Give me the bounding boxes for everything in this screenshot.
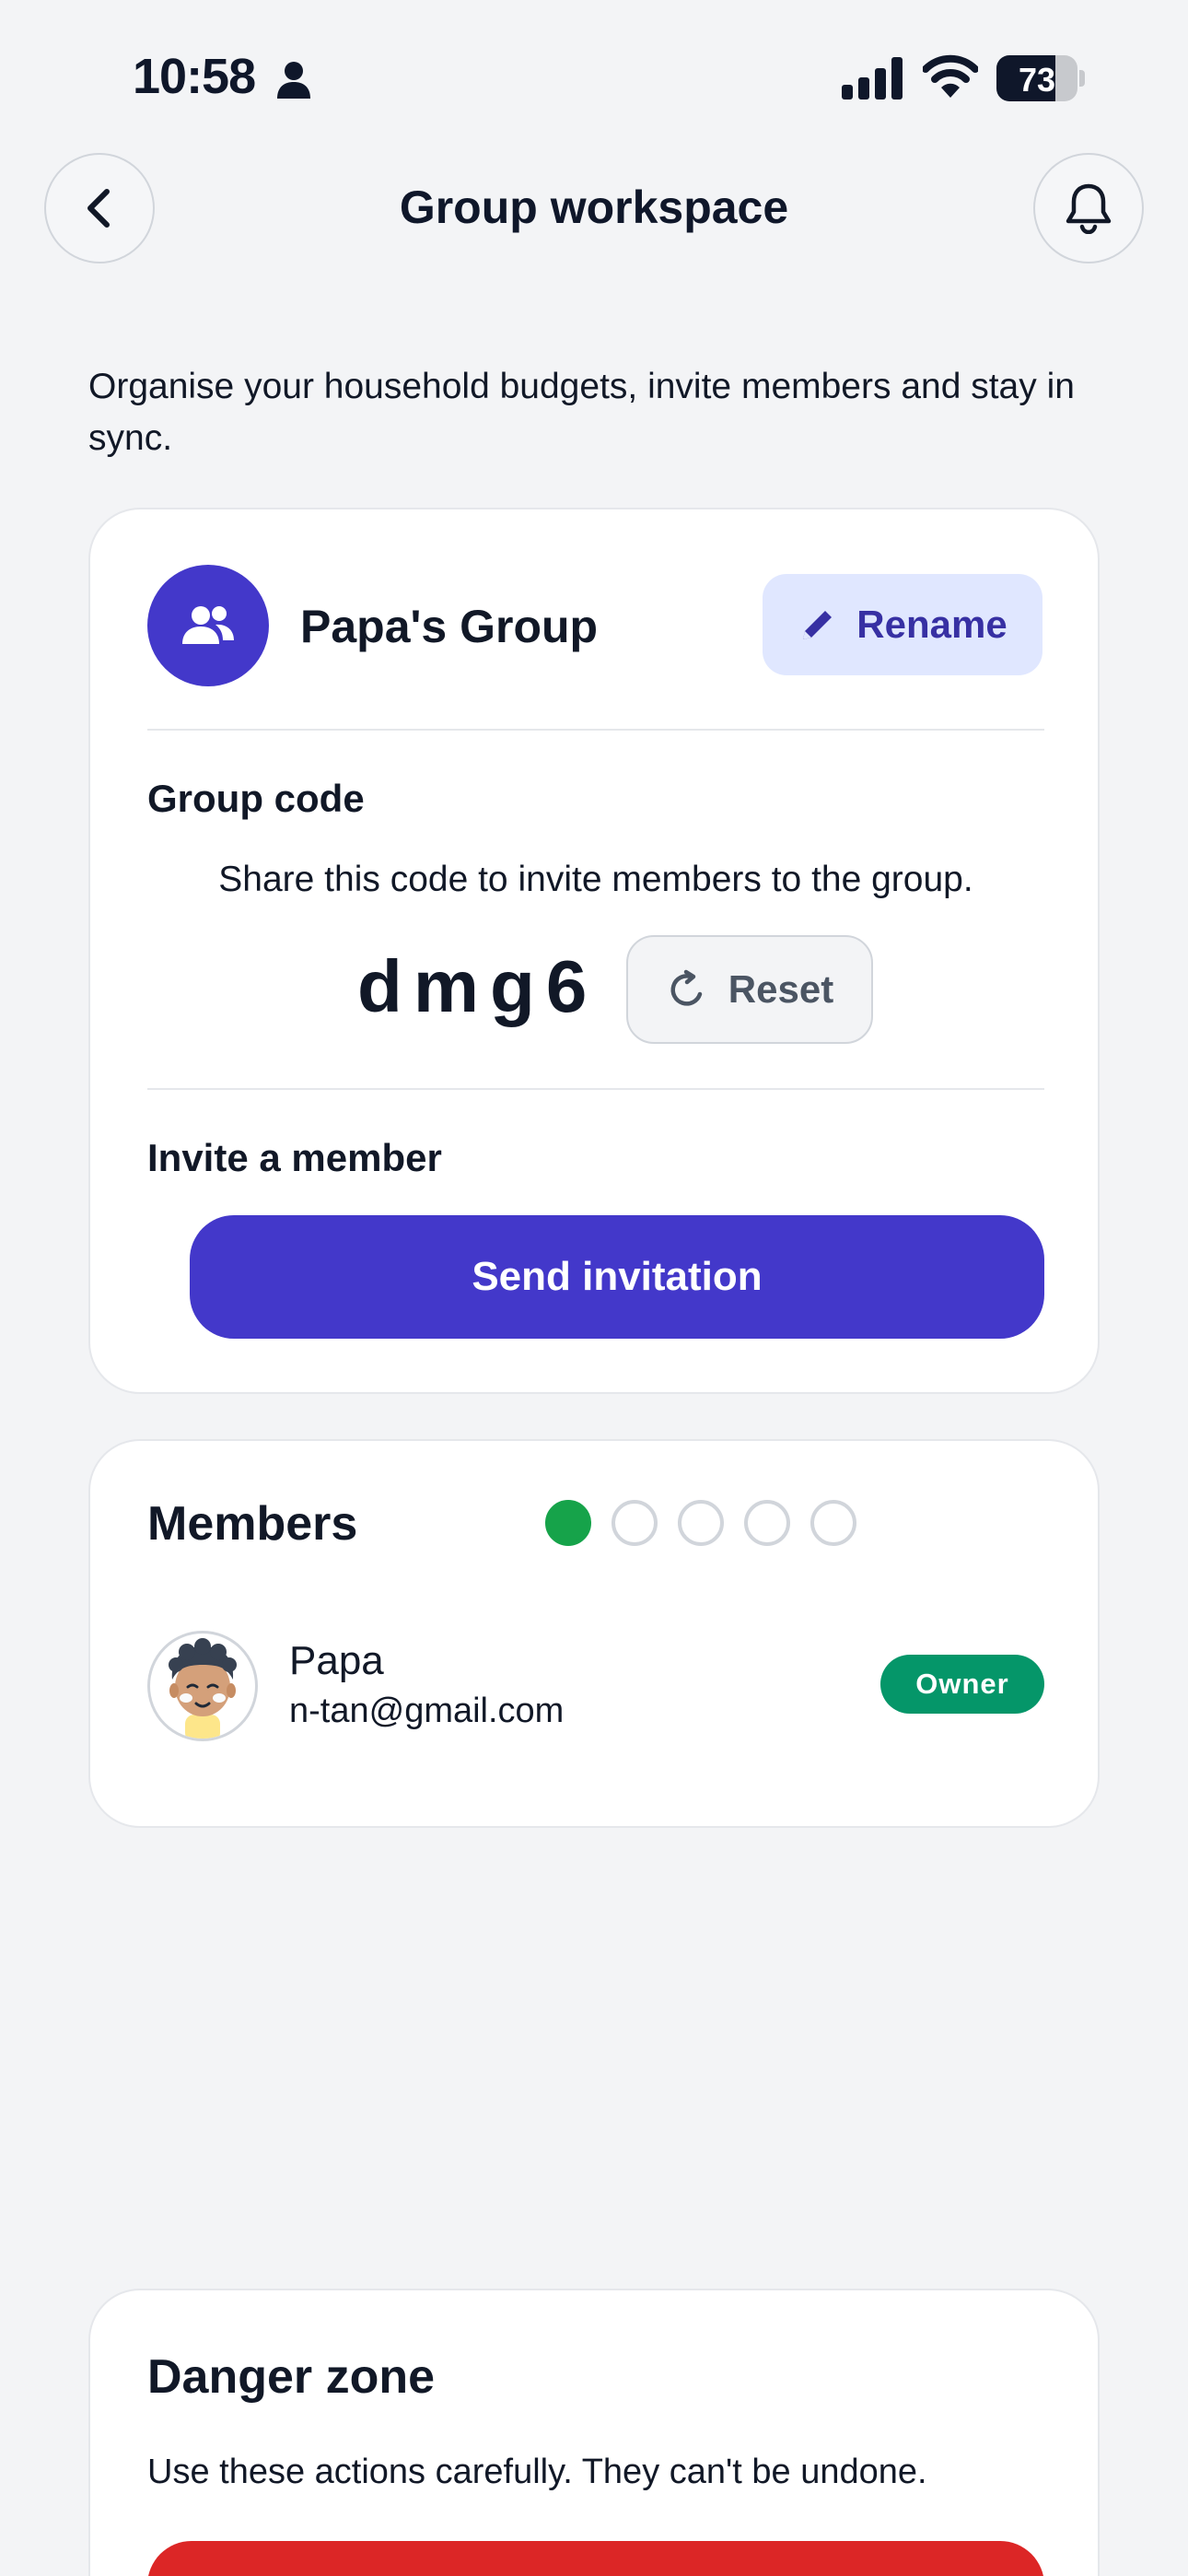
refresh-icon [670, 969, 703, 1006]
send-invitation-label: Send invitation [472, 1254, 763, 1299]
reset-label: Reset [728, 967, 834, 1011]
member-avatar-illustration [169, 1638, 237, 1739]
group-code-label: Group code [147, 777, 365, 820]
danger-zone-title: Danger zone [147, 2350, 436, 2404]
status-bar: 10:58 73 [0, 0, 1188, 138]
divider [147, 1088, 1044, 1090]
rename-button[interactable]: Rename [763, 574, 1042, 675]
battery-icon: 73 [996, 55, 1085, 101]
group-workspace-screen: 10:58 73 Group workspace Organise your h… [0, 0, 1188, 2576]
group-code-value: dmg6 [357, 945, 599, 1027]
danger-zone-card: Danger zone Use these actions carefully.… [88, 2289, 1100, 2576]
rename-label: Rename [856, 603, 1007, 646]
group-code-hint: Share this code to invite members to the… [218, 860, 973, 899]
page-title: Group workspace [399, 181, 789, 233]
send-invitation-button[interactable]: Send invitation [190, 1215, 1044, 1339]
member-slot-empty [611, 1500, 658, 1546]
status-time: 10:58 [133, 49, 256, 104]
group-card: Papa's Group Rename Group code Share thi… [88, 508, 1100, 1394]
avatar [147, 1631, 258, 1741]
reset-code-button[interactable]: Reset [626, 935, 873, 1044]
owner-badge-label: Owner [915, 1668, 1009, 1700]
members-card: Members Papa n-tan@gmail.com Owner [88, 1439, 1100, 1828]
users-icon [182, 606, 234, 644]
person-icon [277, 62, 310, 99]
group-name: Papa's Group [300, 601, 599, 652]
member-email: n-tan@gmail.com [289, 1692, 565, 1730]
wifi-icon [923, 54, 978, 98]
member-slot-empty [744, 1500, 790, 1546]
danger-zone-description: Use these actions carefully. They can't … [147, 2453, 927, 2491]
group-avatar [147, 565, 269, 686]
battery-percent: 73 [1018, 61, 1056, 99]
divider [147, 729, 1044, 731]
intro-text: Organise your household budgets, invite … [88, 367, 1075, 458]
status-badge: Owner [880, 1655, 1044, 1714]
member-slot-filled [545, 1500, 591, 1546]
members-title: Members [147, 1497, 358, 1551]
member-name: Papa [289, 1638, 384, 1683]
member-slot-empty [678, 1500, 724, 1546]
pencil-icon [803, 611, 833, 639]
member-slot-empty [810, 1500, 856, 1546]
signal-icon [842, 57, 903, 100]
notifications-button[interactable] [1033, 153, 1144, 263]
bell-icon [1066, 183, 1112, 234]
danger-action-button[interactable] [147, 2541, 1044, 2576]
invite-member-label: Invite a member [147, 1136, 442, 1179]
